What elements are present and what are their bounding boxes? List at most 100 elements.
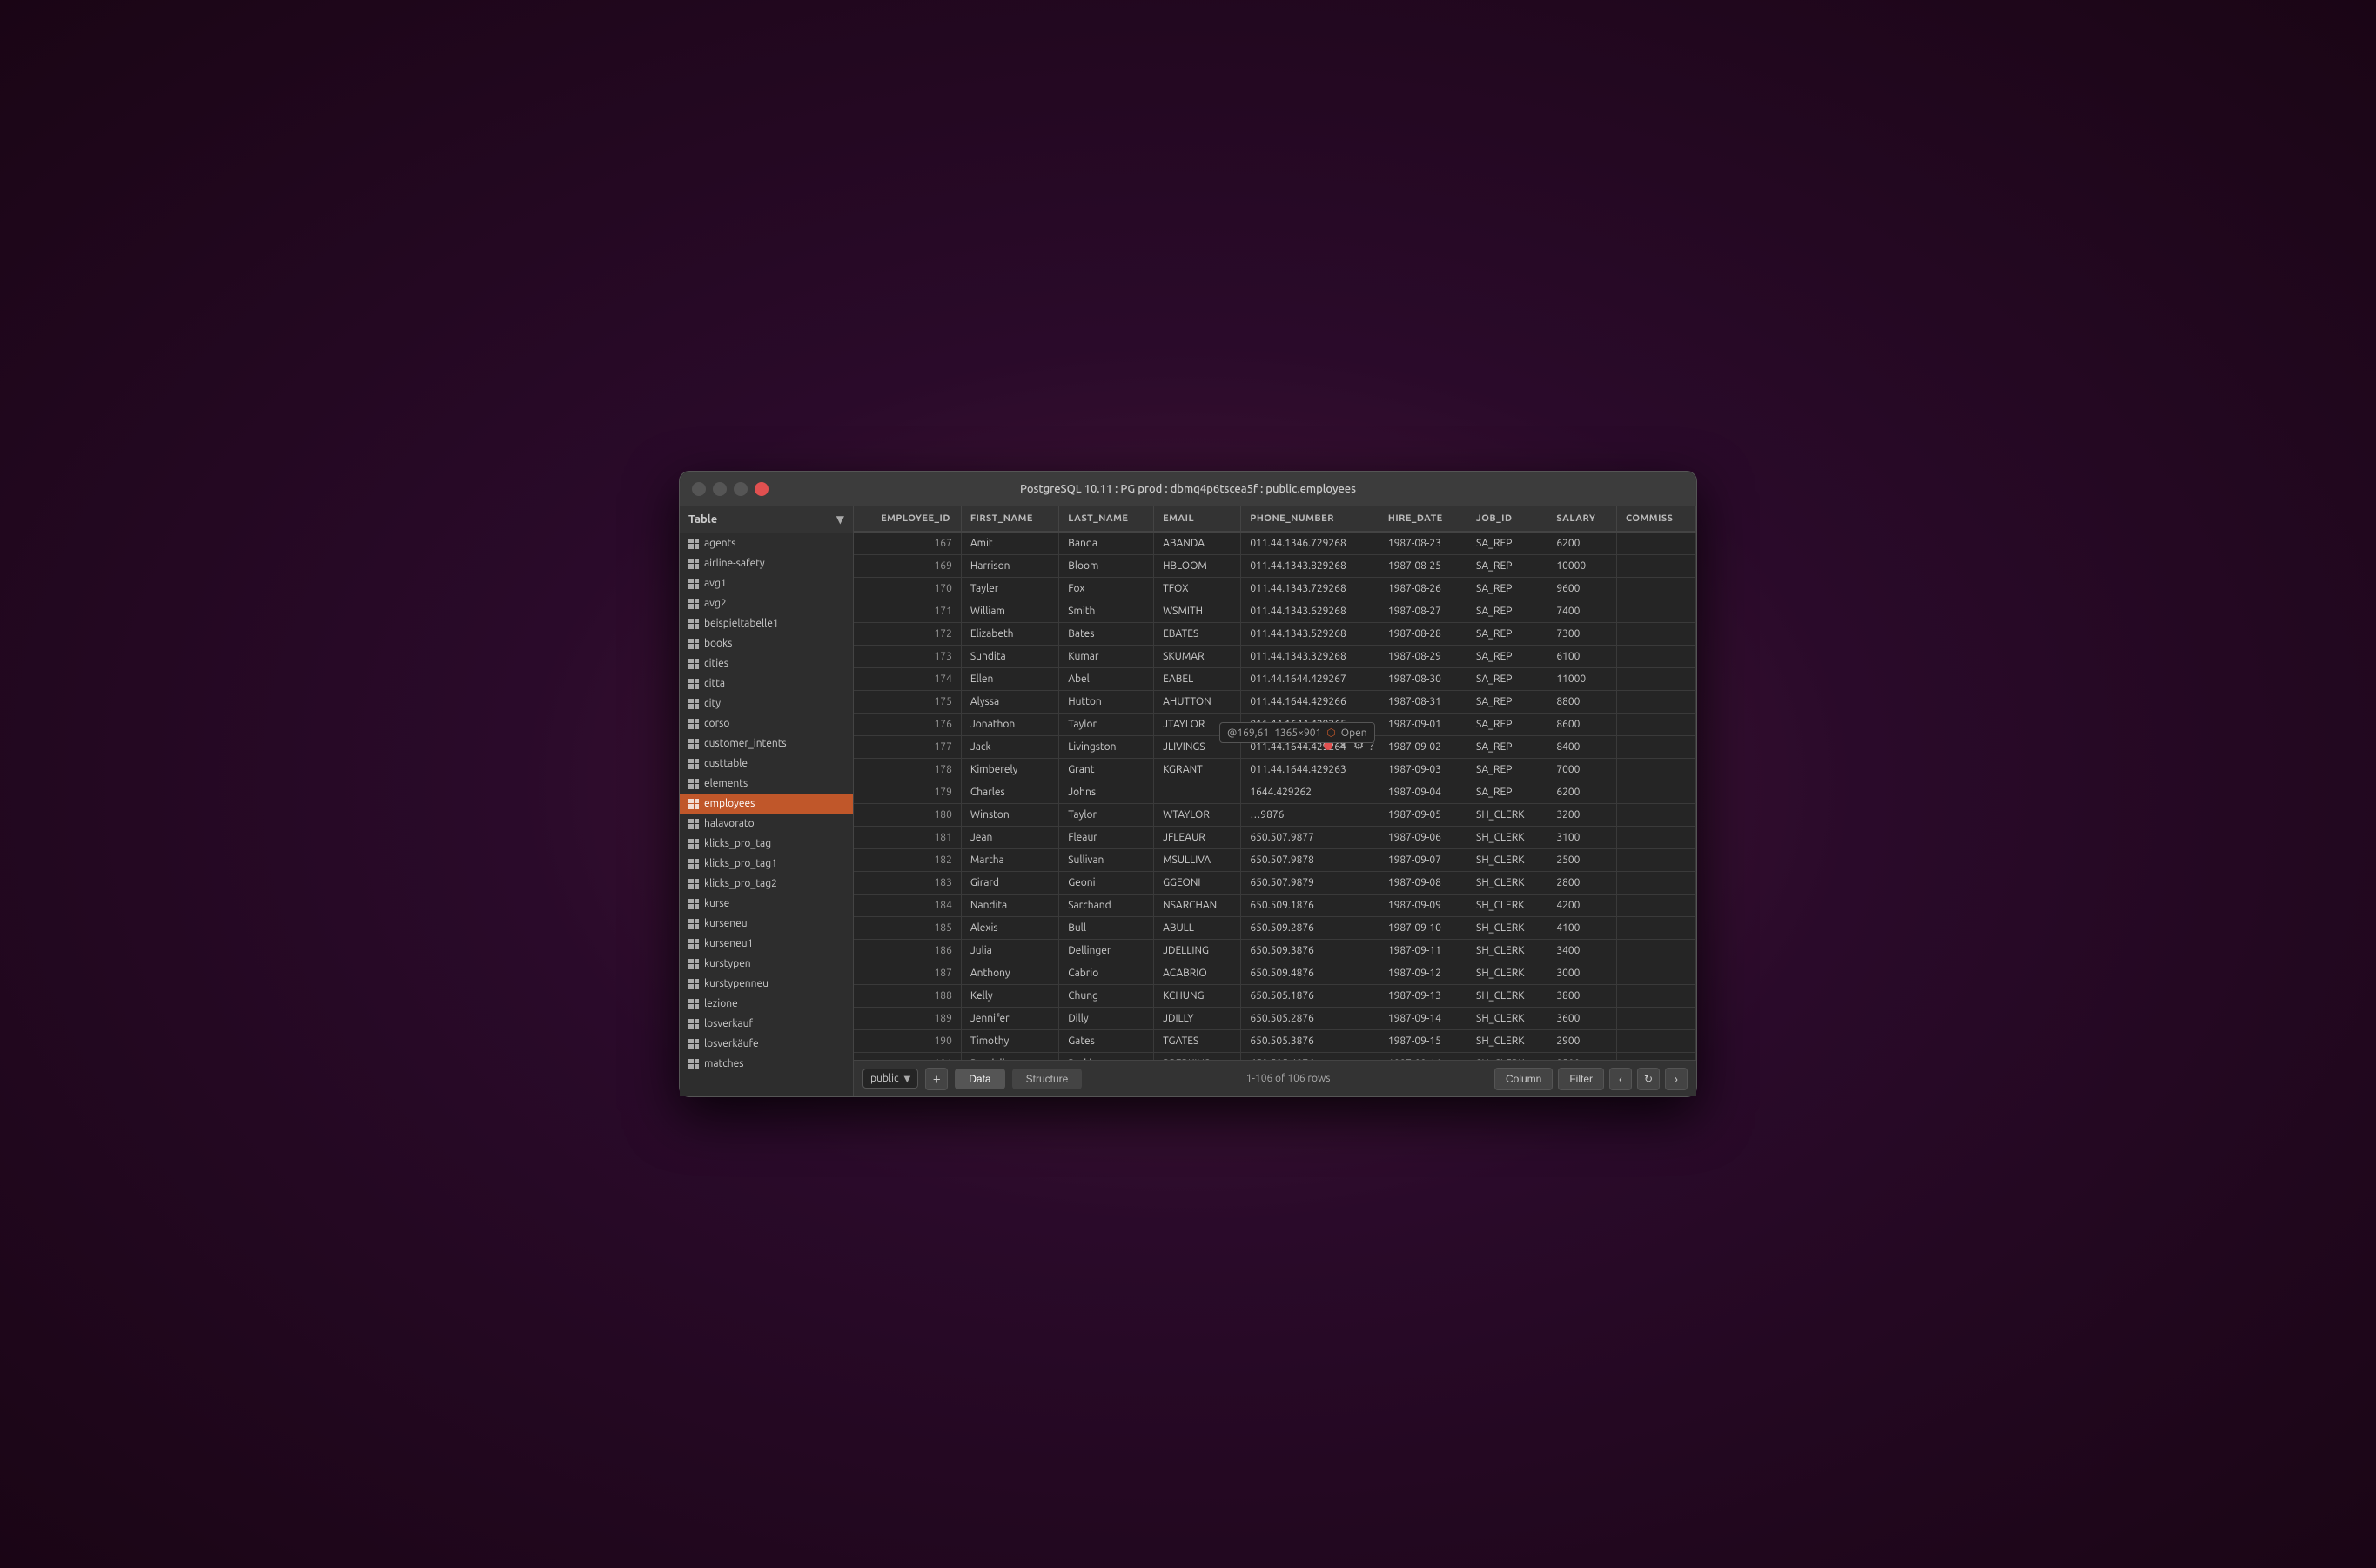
- add-table-button[interactable]: +: [925, 1068, 948, 1090]
- row-count-label: 1-106 of 106 rows: [1089, 1073, 1487, 1084]
- table-area[interactable]: EMPLOYEE_IDFIRST_NAMELAST_NAMEEMAILPHONE…: [854, 506, 1696, 1060]
- cell-data: JLIVINGS: [1154, 736, 1241, 759]
- sidebar-item-agents[interactable]: agents: [680, 533, 853, 553]
- table-row[interactable]: 175AlyssaHuttonAHUTTON011.44.1644.429266…: [854, 691, 1696, 714]
- table-row[interactable]: 185AlexisBullABULL650.509.28761987-09-10…: [854, 917, 1696, 940]
- table-row[interactable]: 186JuliaDellingerJDELLING650.509.3876198…: [854, 940, 1696, 962]
- table-row[interactable]: 176JonathonTaylorJTAYLOR011.44.1644.4292…: [854, 714, 1696, 736]
- cell-data: 650.507.9878: [1241, 849, 1379, 872]
- cell-data: SA_REP: [1467, 532, 1547, 555]
- sidebar-item-halavorato[interactable]: halavorato: [680, 814, 853, 834]
- nav-prev-button[interactable]: ‹: [1609, 1068, 1632, 1090]
- sidebar-item-kurse[interactable]: kurse: [680, 894, 853, 914]
- col-header-hire_date[interactable]: HIRE_DATE: [1379, 506, 1467, 532]
- sidebar-item-citta[interactable]: citta: [680, 673, 853, 694]
- table-row[interactable]: 169HarrisonBloomHBLOOM011.44.1343.829268…: [854, 555, 1696, 578]
- sidebar-item-employees[interactable]: employees: [680, 794, 853, 814]
- cell-data: Taylor: [1059, 804, 1154, 827]
- sidebar-item-matches[interactable]: matches: [680, 1054, 853, 1074]
- cell-data: Jean: [961, 827, 1058, 849]
- table-row[interactable]: 178KimberelyGrantKGRANT011.44.1644.42926…: [854, 759, 1696, 781]
- table-row[interactable]: 181JeanFleaurJFLEAUR650.507.98771987-09-…: [854, 827, 1696, 849]
- popover-close-icon[interactable]: ✕: [1338, 738, 1348, 753]
- schema-label: public: [870, 1073, 899, 1084]
- sidebar-item-lezione[interactable]: lezione: [680, 994, 853, 1014]
- table-row[interactable]: 174EllenAbelEABEL011.44.1644.4292671987-…: [854, 668, 1696, 691]
- cell-data: 1987-09-01: [1379, 714, 1467, 736]
- table-row[interactable]: 170TaylerFoxTFOX011.44.1343.7292681987-0…: [854, 578, 1696, 600]
- sidebar-item-avg1[interactable]: avg1: [680, 573, 853, 593]
- table-row[interactable]: 182MarthaSullivanMSULLIVA650.507.9878198…: [854, 849, 1696, 872]
- sidebar-item-losverkauf[interactable]: losverkauf: [680, 1014, 853, 1034]
- col-header-salary[interactable]: SALARY: [1547, 506, 1617, 532]
- table-row[interactable]: 184NanditaSarchandNSARCHAN650.509.187619…: [854, 895, 1696, 917]
- sidebar-item-elements[interactable]: elements: [680, 774, 853, 794]
- cell-data: 1987-09-02: [1379, 736, 1467, 759]
- refresh-button[interactable]: ↻: [1637, 1068, 1660, 1090]
- table-row[interactable]: 189JenniferDillyJDILLY650.505.28761987-0…: [854, 1008, 1696, 1030]
- cell-data: 3200: [1547, 804, 1617, 827]
- table-row[interactable]: 188KellyChungKCHUNG650.505.18761987-09-1…: [854, 985, 1696, 1008]
- structure-tab-button[interactable]: Structure: [1012, 1069, 1083, 1089]
- table-row[interactable]: 167AmitBandaABANDA011.44.1346.7292681987…: [854, 532, 1696, 555]
- cell-data: 011.44.1343.529268: [1241, 623, 1379, 646]
- cell-data: [1617, 917, 1696, 940]
- cell-data: 3000: [1547, 962, 1617, 985]
- popover-settings-icon[interactable]: ⚙: [1353, 738, 1365, 753]
- sidebar-item-city[interactable]: city: [680, 694, 853, 714]
- sidebar-item-kurstypenneu[interactable]: kurstypenneu: [680, 974, 853, 994]
- sidebar-item-cities[interactable]: cities: [680, 653, 853, 673]
- table-row[interactable]: 191RandallPerkinsRPERKINS650.505.4876198…: [854, 1053, 1696, 1061]
- table-row[interactable]: 177JackLivingstonJLIVINGS011.44.1644.429…: [854, 736, 1696, 759]
- col-header-commiss[interactable]: COMMISS: [1617, 506, 1696, 532]
- table-row[interactable]: 183GirardGeoniGGEONI650.507.98791987-09-…: [854, 872, 1696, 895]
- table-row[interactable]: 190TimothyGatesTGATES650.505.38761987-09…: [854, 1030, 1696, 1053]
- sidebar-item-kurstypen[interactable]: kurstypen: [680, 954, 853, 974]
- cell-data: 2800: [1547, 872, 1617, 895]
- col-header-email[interactable]: EMAIL: [1154, 506, 1241, 532]
- table-row[interactable]: 187AnthonyCabrioACABRIO650.509.48761987-…: [854, 962, 1696, 985]
- column-button[interactable]: Column: [1494, 1068, 1553, 1090]
- cell-data: Tayler: [961, 578, 1058, 600]
- sidebar-item-custtable[interactable]: custtable: [680, 754, 853, 774]
- sidebar-dropdown-icon[interactable]: ▼: [836, 513, 844, 526]
- filter-button[interactable]: Filter: [1558, 1068, 1604, 1090]
- sidebar-item-klicks_pro_tag[interactable]: klicks_pro_tag: [680, 834, 853, 854]
- sidebar-item-label: cities: [704, 658, 728, 669]
- cell-id: 182: [854, 849, 961, 872]
- sidebar-item-corso[interactable]: corso: [680, 714, 853, 734]
- col-header-job_id[interactable]: JOB_ID: [1467, 506, 1547, 532]
- close-button[interactable]: ✕: [755, 482, 769, 496]
- col-header-first_name[interactable]: FIRST_NAME: [961, 506, 1058, 532]
- col-header-last_name[interactable]: LAST_NAME: [1059, 506, 1154, 532]
- sidebar-item-klicks_pro_tag1[interactable]: klicks_pro_tag1: [680, 854, 853, 874]
- sidebar-item-label: corso: [704, 718, 729, 729]
- maximize-button[interactable]: □: [734, 482, 748, 496]
- sidebar-item-label: kurstypen: [704, 958, 751, 969]
- col-header-phone_number[interactable]: PHONE_NUMBER: [1241, 506, 1379, 532]
- cell-data: Bloom: [1059, 555, 1154, 578]
- sidebar-item-klicks_pro_tag2[interactable]: klicks_pro_tag2: [680, 874, 853, 894]
- sidebar-item-customer_intents[interactable]: customer_intents: [680, 734, 853, 754]
- data-tab-button[interactable]: Data: [955, 1069, 1004, 1089]
- power-button[interactable]: ⏻: [692, 482, 706, 496]
- cell-id: 177: [854, 736, 961, 759]
- cell-data: 1987-08-30: [1379, 668, 1467, 691]
- sidebar-item-kurseneu1[interactable]: kurseneu1: [680, 934, 853, 954]
- table-row[interactable]: 180WinstonTaylorWTAYLOR…98761987-09-05SH…: [854, 804, 1696, 827]
- sidebar-item-losverkäufe[interactable]: losverkäufe: [680, 1034, 853, 1054]
- popover-help-icon[interactable]: ?: [1369, 739, 1373, 753]
- minimize-button[interactable]: –: [713, 482, 727, 496]
- sidebar-item-beispieltabelle1[interactable]: beispieltabelle1: [680, 613, 853, 633]
- nav-next-button[interactable]: ›: [1665, 1068, 1688, 1090]
- table-row[interactable]: 179CharlesJohns1644.4292621987-09-04SA_R…: [854, 781, 1696, 804]
- table-row[interactable]: 171WilliamSmithWSMITH011.44.1343.6292681…: [854, 600, 1696, 623]
- col-header-employee_id[interactable]: EMPLOYEE_ID: [854, 506, 961, 532]
- schema-selector[interactable]: public ▼: [862, 1069, 918, 1089]
- sidebar-item-books[interactable]: books: [680, 633, 853, 653]
- table-row[interactable]: 173SunditaKumarSKUMAR011.44.1343.3292681…: [854, 646, 1696, 668]
- sidebar-item-avg2[interactable]: avg2: [680, 593, 853, 613]
- sidebar-item-kurseneu[interactable]: kurseneu: [680, 914, 853, 934]
- table-row[interactable]: 172ElizabethBatesEBATES011.44.1343.52926…: [854, 623, 1696, 646]
- sidebar-item-airline-safety[interactable]: airline-safety: [680, 553, 853, 573]
